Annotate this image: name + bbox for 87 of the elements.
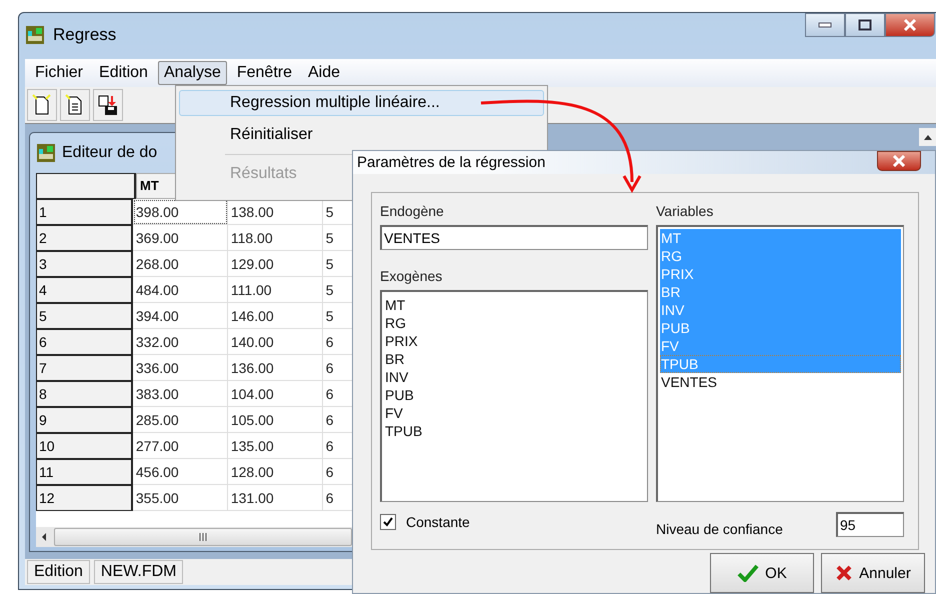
ok-button[interactable]: OK <box>710 553 814 593</box>
row-header: 9 <box>36 407 133 433</box>
checkbox-label: Constante <box>406 514 470 530</box>
table-cell: 268.00 <box>132 251 228 277</box>
table-cell: 129.00 <box>228 251 323 277</box>
row-header: 5 <box>36 303 133 329</box>
menu-item[interactable]: Analyse <box>158 61 227 85</box>
maximize-button[interactable] <box>845 13 885 37</box>
row-header: 10 <box>36 433 133 459</box>
table-cell: 140.00 <box>228 329 323 355</box>
table-cell: 383.00 <box>132 381 228 407</box>
row-header: 7 <box>36 355 133 381</box>
app-icon <box>25 25 45 45</box>
menu-item[interactable]: Fichier <box>29 61 90 85</box>
menu-item[interactable]: Réinitialiser <box>179 122 544 148</box>
table-cell: 118.00 <box>228 225 323 251</box>
document-icon[interactable] <box>60 89 90 121</box>
close-button[interactable] <box>885 13 935 37</box>
field-label: Variables <box>656 203 714 219</box>
menu-item[interactable]: Aide <box>302 61 346 85</box>
table-cell: 369.00 <box>132 225 228 251</box>
list-item[interactable]: INV <box>384 368 645 386</box>
status-panel: Edition <box>27 560 90 584</box>
checkbox[interactable] <box>380 514 396 530</box>
list-box[interactable]: MT RG PRIX BR INV PUB FV TPUB <box>380 290 648 502</box>
list-item[interactable]: RG <box>384 314 645 332</box>
list-item[interactable]: VENTES <box>660 373 901 391</box>
close-icon <box>902 18 918 32</box>
status-panel: NEW.FDM <box>94 560 184 584</box>
close-icon <box>891 155 907 167</box>
cross-icon <box>835 564 854 582</box>
horizontal-scrollbar[interactable] <box>36 527 352 547</box>
table-cell: 136.00 <box>228 355 323 381</box>
close-button[interactable] <box>877 151 921 171</box>
table-cell: 456.00 <box>132 459 228 485</box>
table-cell: 111.00 <box>228 277 323 303</box>
input-field[interactable]: VENTES <box>380 225 648 250</box>
check-icon <box>737 564 760 582</box>
table-cell: 104.00 <box>228 381 323 407</box>
new-document-icon[interactable] <box>27 89 57 121</box>
table-cell: 135.00 <box>228 433 323 459</box>
table-cell: 484.00 <box>132 277 228 303</box>
table-cell: 336.00 <box>132 355 228 381</box>
table-cell: 105.00 <box>228 407 323 433</box>
scroll-left-icon[interactable] <box>40 532 48 542</box>
table-cell: 131.00 <box>228 485 323 511</box>
row-header: 11 <box>36 459 133 485</box>
row-header: 8 <box>36 381 133 407</box>
grip-icon <box>198 533 208 541</box>
table-cell: 146.00 <box>228 303 323 329</box>
field-label: Endogène <box>380 203 445 219</box>
row-header: 3 <box>36 251 133 277</box>
row-header: 4 <box>36 277 133 303</box>
row-header: 6 <box>36 329 133 355</box>
maximize-icon <box>858 19 872 31</box>
row-header: 1 <box>36 199 133 225</box>
minimize-button[interactable] <box>805 13 845 37</box>
list-item[interactable]: TPUB <box>384 422 645 440</box>
window-title: Editeur de do <box>62 144 158 162</box>
table-cell: 394.00 <box>132 303 228 329</box>
app-icon <box>36 143 56 163</box>
save-document-icon[interactable] <box>93 89 123 121</box>
dialog-title: Paramètres de la régression <box>357 154 546 171</box>
table-cell: 355.00 <box>132 485 228 511</box>
menu-item[interactable]: Regression multiple linéaire... <box>179 90 544 116</box>
input-field[interactable]: 95 <box>836 512 904 536</box>
field-label: Niveau de confiance <box>656 520 783 537</box>
table-cell: 332.00 <box>132 329 228 355</box>
scrollbar-thumb[interactable] <box>54 528 352 546</box>
list-item[interactable]: PRIX <box>384 332 645 350</box>
window-title: Regress <box>53 25 116 45</box>
list-item[interactable]: BR <box>384 350 645 368</box>
table-cell: 277.00 <box>132 433 228 459</box>
cancel-button[interactable]: Annuler <box>821 553 925 593</box>
list-item[interactable]: PUB <box>384 386 645 404</box>
menu-item[interactable]: Fenêtre <box>230 61 298 85</box>
list-item[interactable]: MT <box>384 296 645 314</box>
table-cell: 128.00 <box>228 459 323 485</box>
row-header: 12 <box>36 485 133 511</box>
list-box[interactable]: MT RG PRIX BR INV PUB FV TPUB VENTES <box>656 225 904 502</box>
row-header: 2 <box>36 225 133 251</box>
menu-item[interactable]: Edition <box>93 61 154 85</box>
table-cell: 285.00 <box>132 407 228 433</box>
scroll-up-icon[interactable] <box>919 128 936 146</box>
minimize-icon <box>818 22 832 28</box>
field-label: Exogènes <box>380 268 444 284</box>
list-item[interactable]: FV <box>384 404 645 422</box>
